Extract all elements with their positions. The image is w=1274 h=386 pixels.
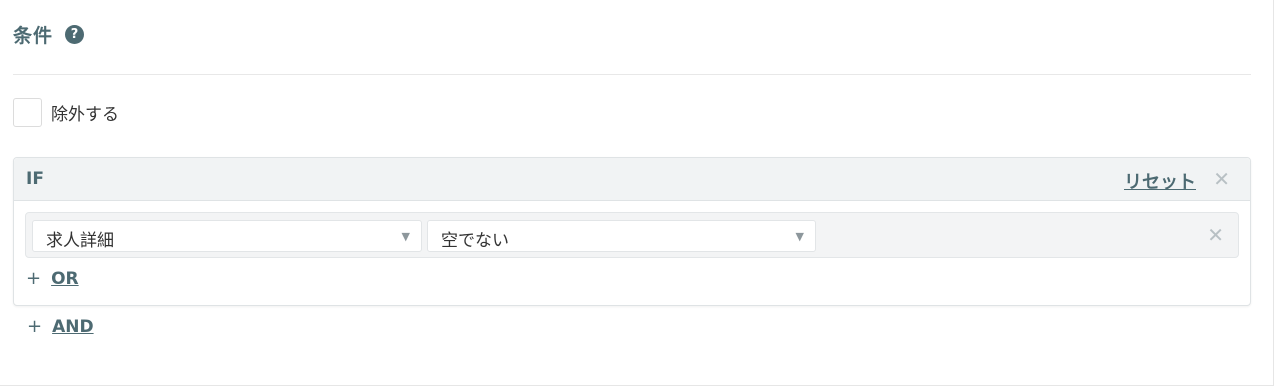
exclude-option[interactable]: 除外する: [13, 96, 119, 128]
close-if-block-icon[interactable]: ✕: [1213, 169, 1230, 189]
operator-select-value: 空でない: [441, 231, 509, 251]
exclude-checkbox[interactable]: [13, 97, 42, 127]
help-icon[interactable]: ?: [65, 24, 85, 44]
caret-down-icon: ▼: [795, 230, 804, 243]
section-title: 条件: [13, 24, 54, 47]
exclude-label: 除外する: [51, 104, 119, 125]
add-and-label[interactable]: AND: [52, 317, 94, 337]
condition-editor: 条件 ? 除外する IF リセット ✕ 求人詳細 ▼ 空でない ▼ ✕ + OR: [0, 0, 1274, 386]
add-or-label[interactable]: OR: [51, 269, 79, 289]
section-header: 条件 ?: [13, 21, 85, 47]
plus-icon: +: [26, 268, 42, 289]
add-and-button[interactable]: + AND: [27, 316, 94, 337]
if-block-header: IF リセット ✕: [14, 158, 1250, 201]
field-select[interactable]: 求人詳細 ▼: [32, 220, 422, 252]
reset-link[interactable]: リセット: [1124, 168, 1196, 194]
plus-icon: +: [27, 316, 43, 337]
if-block: IF リセット ✕ 求人詳細 ▼ 空でない ▼ ✕: [13, 157, 1251, 306]
operator-select[interactable]: 空でない ▼: [427, 220, 816, 252]
if-label: IF: [26, 169, 44, 189]
remove-condition-icon[interactable]: ✕: [1207, 225, 1224, 245]
caret-down-icon: ▼: [401, 230, 410, 243]
add-or-button[interactable]: + OR: [26, 268, 79, 289]
condition-row: 求人詳細 ▼ 空でない ▼ ✕: [25, 212, 1239, 258]
field-select-value: 求人詳細: [46, 231, 114, 251]
divider: [13, 74, 1251, 75]
